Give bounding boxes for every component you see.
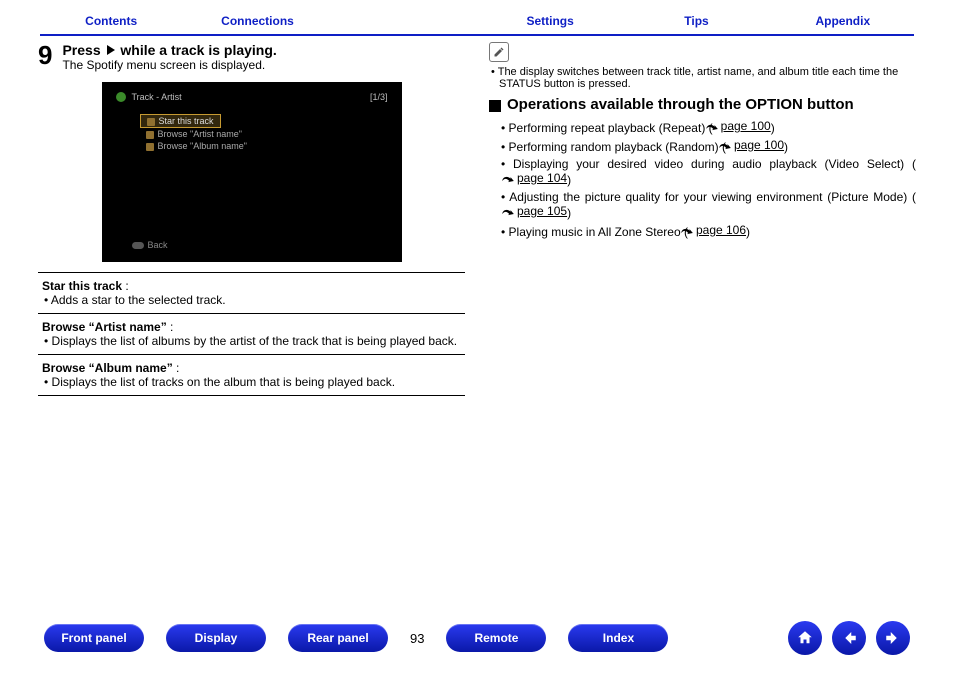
- square-bullet-icon: [489, 100, 501, 112]
- tab-settings[interactable]: Settings: [471, 8, 629, 34]
- star-icon: [147, 118, 155, 126]
- home-button[interactable]: [788, 621, 822, 655]
- tv-back: Back: [132, 240, 168, 250]
- bottom-bar: Front panel Display Rear panel 93 Remote…: [0, 621, 954, 655]
- page-number: 93: [410, 631, 424, 646]
- back-icon: [132, 242, 144, 249]
- operations-list: Performing repeat playback (Repeat) (pag…: [499, 119, 916, 239]
- rear-panel-button[interactable]: Rear panel: [288, 624, 388, 652]
- step-title: Press while a track is playing.: [62, 42, 276, 58]
- definitions: Star this track : Adds a star to the sel…: [38, 272, 465, 396]
- tv-item: Browse "Album name": [140, 140, 388, 152]
- play-triangle-icon: [107, 45, 115, 55]
- page-link[interactable]: page 105: [525, 204, 567, 218]
- page-link[interactable]: page 100: [742, 138, 784, 152]
- top-tabs: Contents Connections Playback Settings T…: [0, 0, 954, 34]
- prev-button[interactable]: [832, 621, 866, 655]
- tab-contents[interactable]: Contents: [32, 8, 190, 34]
- tab-connections[interactable]: Connections: [178, 8, 336, 34]
- front-panel-button[interactable]: Front panel: [44, 624, 144, 652]
- display-button[interactable]: Display: [166, 624, 266, 652]
- spotify-icon: [116, 92, 126, 102]
- page-link[interactable]: page 100: [729, 119, 771, 133]
- note: The display switches between track title…: [489, 66, 916, 90]
- step-subtitle: The Spotify menu screen is displayed.: [62, 58, 276, 72]
- note-icon: [489, 42, 509, 62]
- tv-item-selected: Star this track: [140, 114, 221, 128]
- screenshot-display: Track - Artist [1/3] Star this track Bro…: [102, 82, 402, 262]
- remote-button[interactable]: Remote: [446, 624, 546, 652]
- step-number: 9: [38, 42, 52, 68]
- op-item: Performing random playback (Random) (pag…: [499, 138, 916, 154]
- tab-tips[interactable]: Tips: [617, 8, 775, 34]
- tv-item: Browse "Artist name": [140, 128, 388, 140]
- disc-icon: [146, 143, 154, 151]
- tab-appendix[interactable]: Appendix: [764, 8, 922, 34]
- op-item: Performing repeat playback (Repeat) (pag…: [499, 119, 916, 135]
- tv-header: Track - Artist: [132, 92, 182, 102]
- next-button[interactable]: [876, 621, 910, 655]
- page-link[interactable]: page 104: [525, 171, 567, 185]
- op-item: Adjusting the picture quality for your v…: [499, 190, 916, 220]
- tv-counter: [1/3]: [370, 92, 388, 102]
- person-icon: [146, 131, 154, 139]
- step-9: 9 Press while a track is playing. The Sp…: [38, 42, 465, 72]
- page-link[interactable]: page 106: [704, 223, 746, 237]
- section-heading: Operations available through the OPTION …: [489, 96, 916, 113]
- index-button[interactable]: Index: [568, 624, 668, 652]
- op-item: Playing music in All Zone Stereo (page 1…: [499, 223, 916, 239]
- op-item: Displaying your desired video during aud…: [499, 157, 916, 187]
- tab-playback[interactable]: Playback: [325, 8, 483, 34]
